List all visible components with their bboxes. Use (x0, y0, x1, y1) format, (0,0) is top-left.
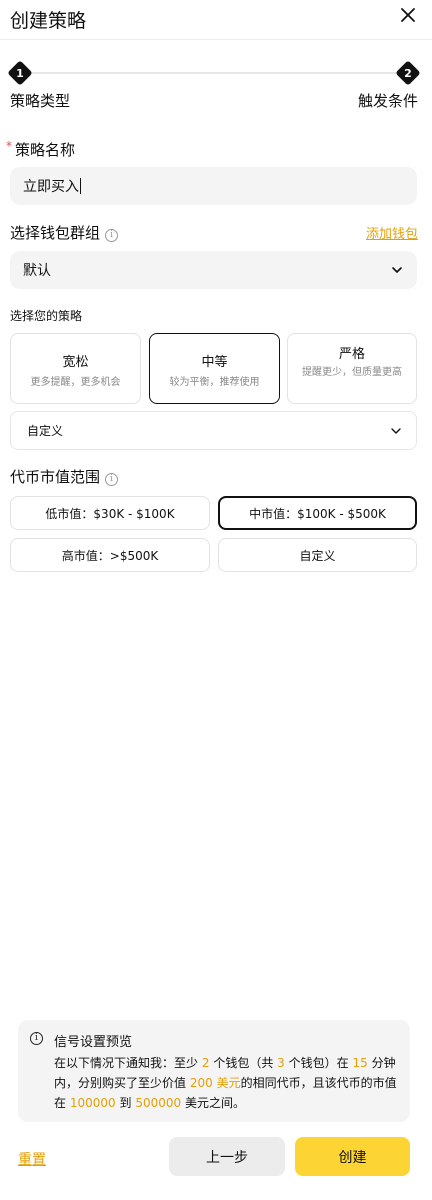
create-button[interactable]: 创建 (295, 1137, 410, 1176)
strategy-option-loose[interactable]: 宽松 更多提醒，更多机会 (10, 333, 141, 404)
info-icon[interactable]: i (105, 473, 119, 486)
step-2-marker: 2 (395, 60, 421, 86)
page-title: 创建策略 (10, 10, 87, 32)
preview-title: 信号设置预览 (54, 1035, 133, 1050)
wallet-group-select[interactable]: 默认 (10, 251, 417, 289)
market-cap-option-high[interactable]: 高市值：>$500K (10, 538, 210, 572)
info-icon[interactable]: i (105, 229, 119, 242)
strategy-option-medium[interactable]: 中等 较为平衡，推荐使用 (149, 333, 280, 404)
strategy-name-input[interactable]: 立即买入 (10, 167, 417, 205)
close-icon[interactable] (398, 5, 418, 25)
market-cap-option-mid[interactable]: 中市值：$100K - $500K (218, 496, 417, 530)
strategy-section-label: 选择您的策略 (10, 309, 83, 323)
info-icon: i (30, 1032, 43, 1045)
modal-header: 创建策略 (0, 0, 432, 40)
text-caret (80, 178, 81, 194)
step-1-label: 策略类型 (10, 92, 71, 110)
strategy-custom-select[interactable]: 自定义 (10, 411, 417, 450)
wallet-group-label: 选择钱包群组 i (10, 222, 119, 243)
add-wallet-link[interactable]: 添加钱包 (366, 223, 418, 242)
stepper: 1 2 策略类型 触发条件 (7, 60, 421, 112)
preview-body: 在以下情况下通知我：至少 2 个钱包（共 3 个钱包）在 15 分钟内，分别购买… (54, 1056, 397, 1110)
strategy-option-strict[interactable]: 严格 提醒更少，但质量更高 (287, 333, 417, 404)
chevron-down-icon (391, 428, 401, 434)
step-2-label: 触发条件 (357, 92, 418, 110)
stepper-line (20, 72, 408, 74)
step-1-marker: 1 (7, 60, 33, 86)
signal-preview: i 信号设置预览 在以下情况下通知我：至少 2 个钱包（共 3 个钱包）在 15… (18, 1020, 410, 1122)
required-mark: * (6, 139, 12, 153)
market-cap-option-low[interactable]: 低市值：$30K - $100K (10, 496, 210, 530)
market-cap-option-custom[interactable]: 自定义 (218, 538, 417, 572)
market-cap-label: 代币市值范围 i (10, 466, 119, 487)
chevron-down-icon (392, 267, 402, 273)
strategy-name-label: * 策略名称 (6, 139, 76, 159)
reset-button[interactable]: 重置 (18, 1149, 46, 1169)
previous-step-button[interactable]: 上一步 (169, 1137, 285, 1176)
